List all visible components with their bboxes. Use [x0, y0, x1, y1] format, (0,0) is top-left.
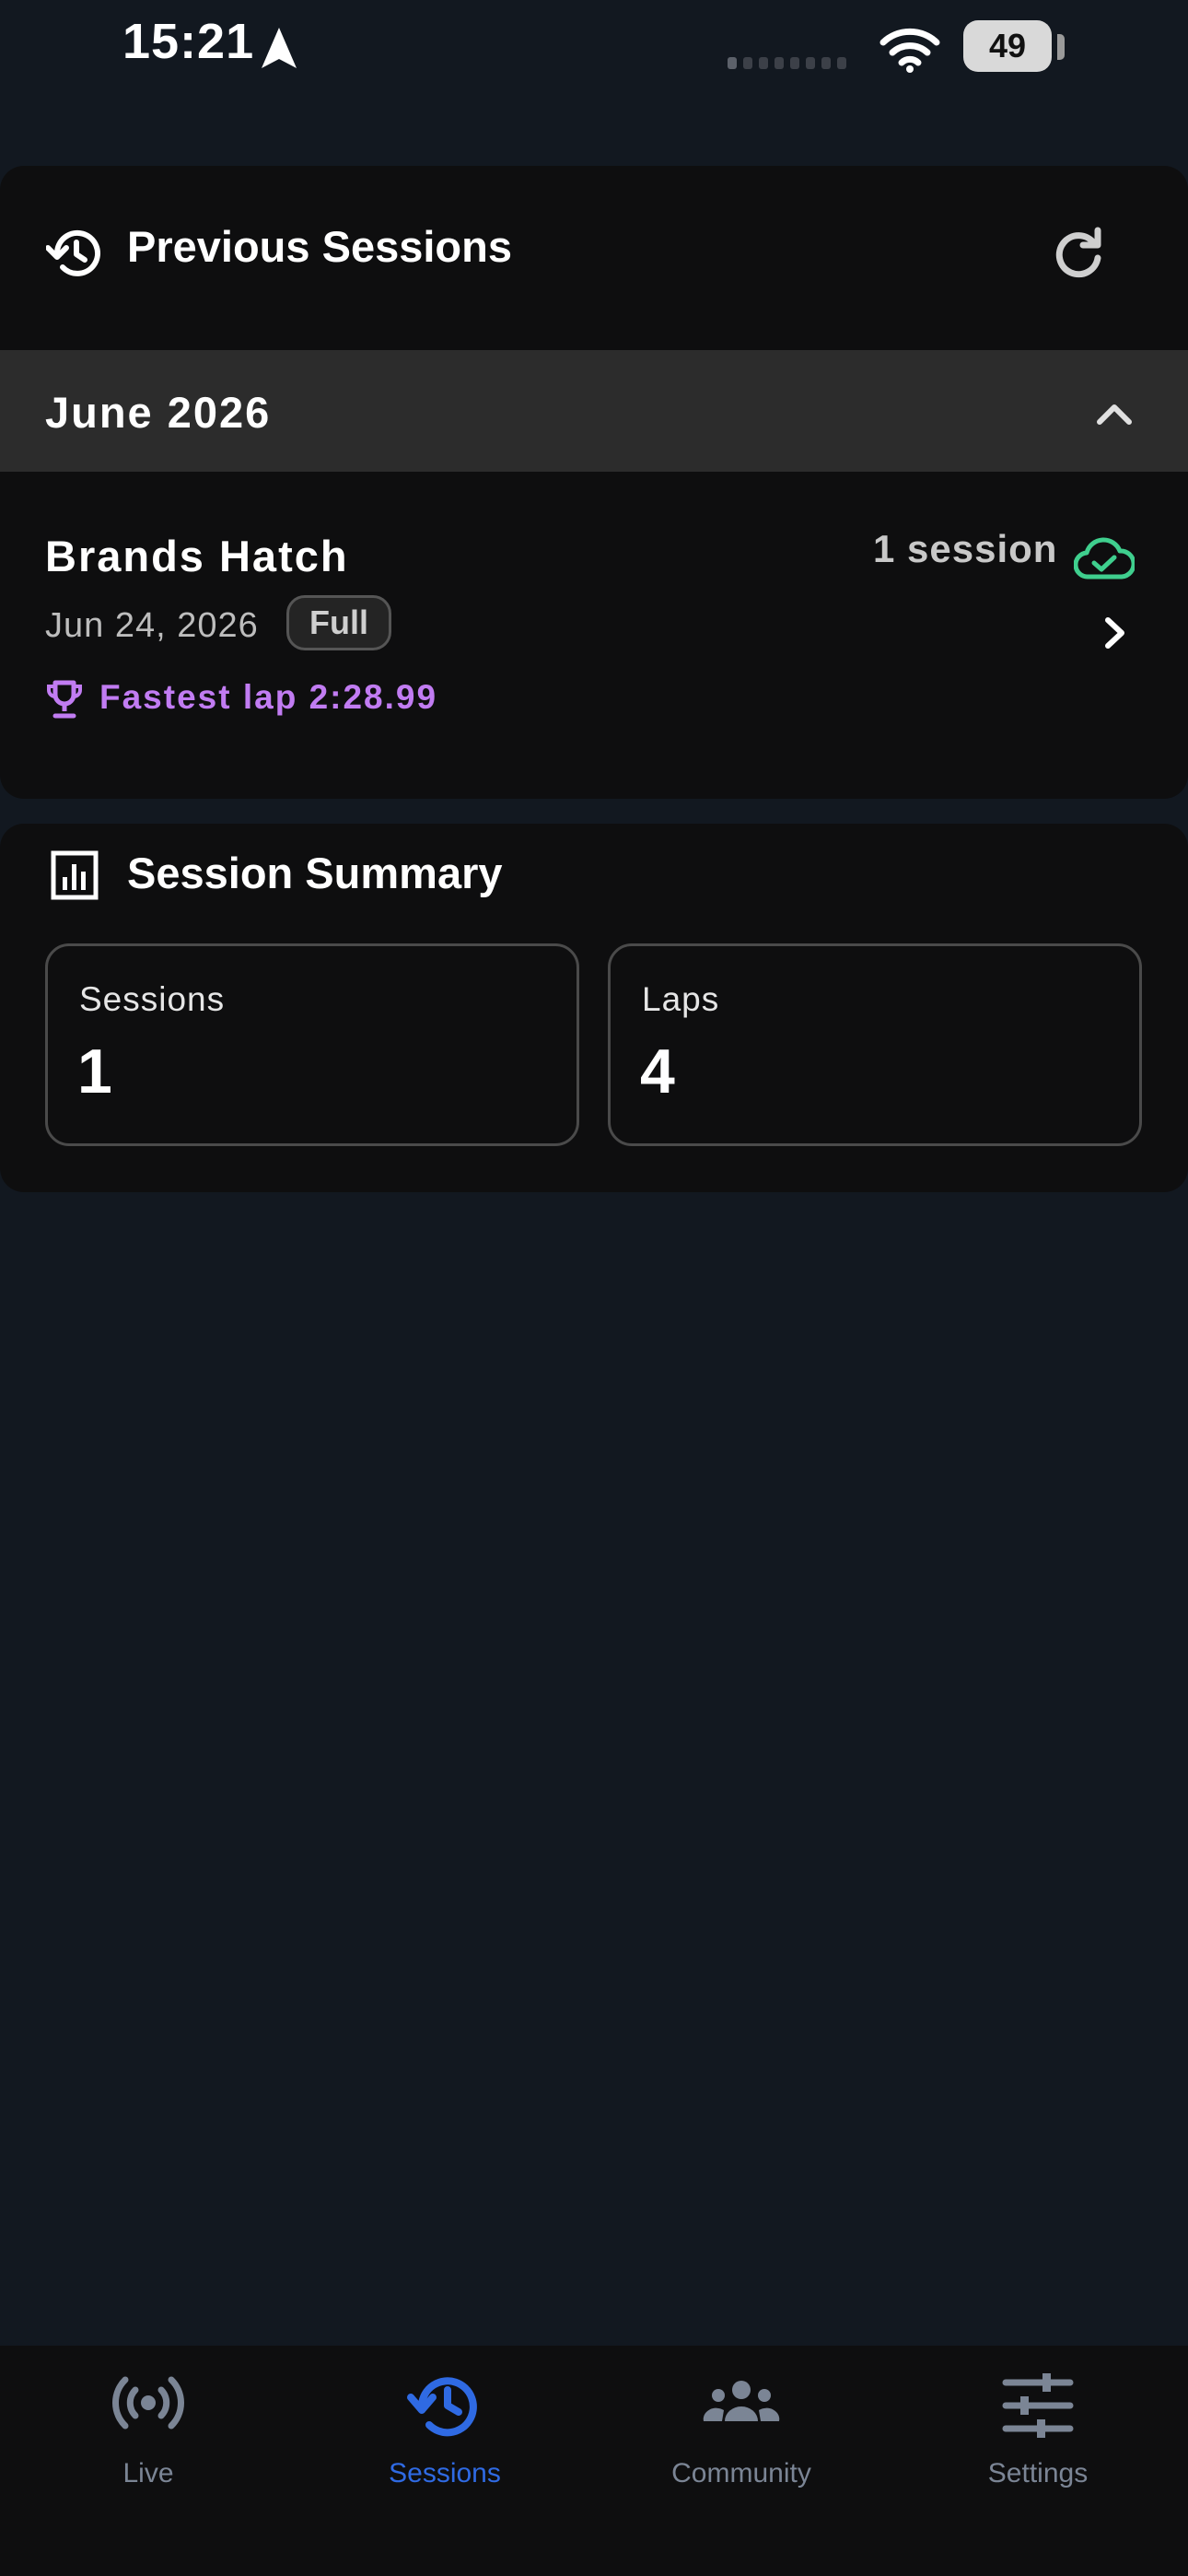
stat-label: Laps [642, 980, 720, 1018]
session-type-badge: Full [286, 595, 391, 650]
nav-item-sessions[interactable]: Sessions [297, 2346, 593, 2512]
live-icon [112, 2376, 184, 2430]
nav-label: Live [122, 2458, 174, 2488]
battery-indicator: 49 [963, 20, 1052, 72]
wifi-icon [879, 28, 940, 73]
cloud-done-icon [1074, 537, 1135, 580]
nav-item-settings[interactable]: Settings [890, 2346, 1186, 2512]
month-label: June 2026 [45, 388, 272, 437]
stat-card-sessions [45, 943, 579, 1146]
fastest-lap: Fastest lap 2:28.99 [99, 678, 438, 716]
battery-cap [1057, 34, 1065, 60]
nav-label: Community [671, 2458, 811, 2488]
session-date: Jun 24, 2026 [45, 606, 259, 645]
location-arrow-icon [262, 28, 297, 68]
chevron-up-icon[interactable] [1092, 396, 1136, 429]
stat-card-laps [608, 943, 1142, 1146]
history-icon [407, 2377, 477, 2437]
cellular-signal-icon [728, 57, 846, 69]
page-title: Previous Sessions [127, 222, 512, 271]
trophy-icon [47, 680, 82, 719]
stat-value: 1 [77, 1036, 112, 1107]
track-name: Brands Hatch [45, 532, 349, 580]
settings-icon [1002, 2373, 1074, 2438]
nav-item-community[interactable]: Community [593, 2346, 890, 2512]
bar-chart-icon [51, 850, 99, 900]
community-icon [703, 2381, 780, 2421]
session-count: 1 session [873, 527, 1058, 570]
refresh-icon[interactable] [1050, 225, 1107, 282]
history-icon [46, 229, 100, 276]
nav-label: Settings [987, 2458, 1089, 2488]
summary-title: Session Summary [127, 849, 503, 897]
stat-value: 4 [640, 1036, 675, 1107]
nav-label: Sessions [389, 2458, 501, 2488]
stat-label: Sessions [79, 980, 226, 1018]
chevron-right-icon[interactable] [1101, 614, 1129, 652]
status-time: 15:21 [122, 14, 255, 69]
nav-item-live[interactable]: Live [0, 2346, 297, 2512]
